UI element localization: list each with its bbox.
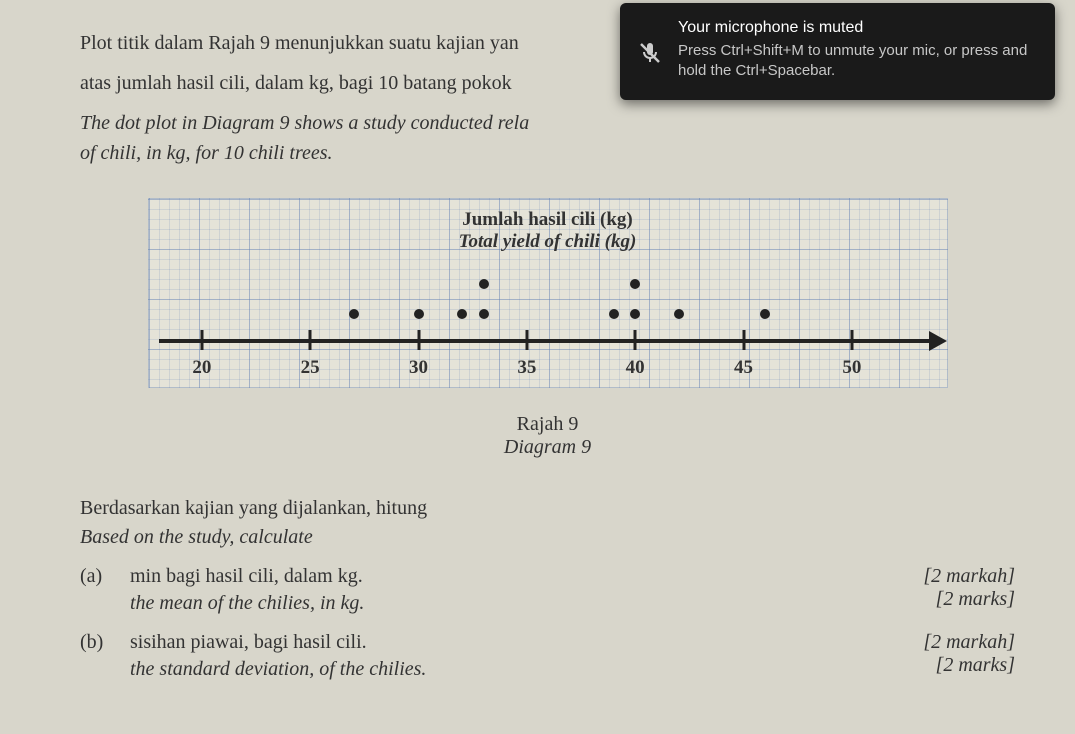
intro-en-span1: The dot plot in Diagram 9 shows a study …: [80, 112, 529, 134]
chart-title-en: Total yield of chili (kg): [459, 231, 637, 253]
calculate-intro-en: Based on the study, calculate: [80, 526, 1015, 549]
tick: [417, 330, 420, 350]
dot: [630, 309, 640, 319]
tick: [525, 330, 528, 350]
tick-label: 40: [626, 357, 645, 379]
tick-label: 30: [409, 357, 428, 379]
axis-line: [159, 339, 937, 343]
tick-label: 35: [517, 357, 536, 379]
chart-title-ms: Jumlah hasil cili (kg): [462, 209, 633, 230]
dot: [674, 309, 684, 319]
question-a-en: the mean of the chilies, in kg.: [130, 592, 875, 615]
dot: [414, 309, 424, 319]
axis-arrow-icon: [929, 331, 947, 351]
dot: [479, 279, 489, 289]
tick-label: 25: [301, 357, 320, 379]
tick: [309, 330, 312, 350]
question-a-body: min bagi hasil cili, dalam kg. the mean …: [130, 565, 875, 615]
page-content: Plot titik dalam Rajah 9 menunjukkan sua…: [0, 0, 1075, 701]
question-b-en: the standard deviation, of the chilies.: [130, 658, 875, 681]
tick-label: 50: [842, 357, 861, 379]
question-a-marks-ms: [2 markah]: [875, 565, 1015, 588]
dot-plot-chart: Jumlah hasil cili (kg) Total yield of ch…: [148, 198, 948, 459]
calculate-intro-ms: Berdasarkan kajian yang dijalankan, hitu…: [80, 497, 1015, 520]
dot: [609, 309, 619, 319]
question-a: (a) min bagi hasil cili, dalam kg. the m…: [80, 565, 1015, 615]
question-b-marks-ms: [2 markah]: [875, 631, 1015, 654]
question-a-ms: min bagi hasil cili, dalam kg.: [130, 565, 875, 588]
dot: [760, 309, 770, 319]
microphone-muted-icon: [638, 41, 662, 65]
mic-muted-toast[interactable]: Your microphone is muted Press Ctrl+Shif…: [620, 3, 1055, 100]
question-b: (b) sisihan piawai, bagi hasil cili. the…: [80, 631, 1015, 681]
toast-body: Press Ctrl+Shift+M to unmute your mic, o…: [678, 41, 1033, 82]
caption-en-text: Diagram 9: [504, 436, 591, 458]
question-a-marks: [2 markah] [2 marks]: [875, 565, 1015, 615]
intro-en-line1: The dot plot in Diagram 9 shows a study …: [80, 108, 1015, 168]
question-b-ms: sisihan piawai, bagi hasil cili.: [130, 631, 875, 654]
dot: [630, 279, 640, 289]
caption-ms: Rajah 9: [517, 413, 579, 435]
question-a-label: (a): [80, 565, 130, 615]
tick: [634, 330, 637, 350]
tick-label: 45: [734, 357, 753, 379]
question-b-marks-en: [2 marks]: [875, 654, 1015, 677]
tick-label: 20: [192, 357, 211, 379]
question-b-label: (b): [80, 631, 130, 681]
dot: [479, 309, 489, 319]
question-b-body: sisihan piawai, bagi hasil cili. the sta…: [130, 631, 875, 681]
caption-en: Diagram 9: [148, 436, 948, 459]
grid-paper: Jumlah hasil cili (kg) Total yield of ch…: [148, 198, 948, 388]
tick: [200, 330, 203, 350]
tick: [850, 330, 853, 350]
toast-title: Your microphone is muted: [678, 19, 1033, 37]
question-b-marks: [2 markah] [2 marks]: [875, 631, 1015, 681]
chart-title: Jumlah hasil cili (kg) Total yield of ch…: [459, 209, 637, 253]
chart-caption: Rajah 9 Diagram 9: [148, 413, 948, 459]
intro-en-span2: of chili, in kg, for 10 chili trees.: [80, 142, 333, 164]
dot: [349, 309, 359, 319]
question-a-marks-en: [2 marks]: [875, 588, 1015, 611]
dot: [457, 309, 467, 319]
tick: [742, 330, 745, 350]
